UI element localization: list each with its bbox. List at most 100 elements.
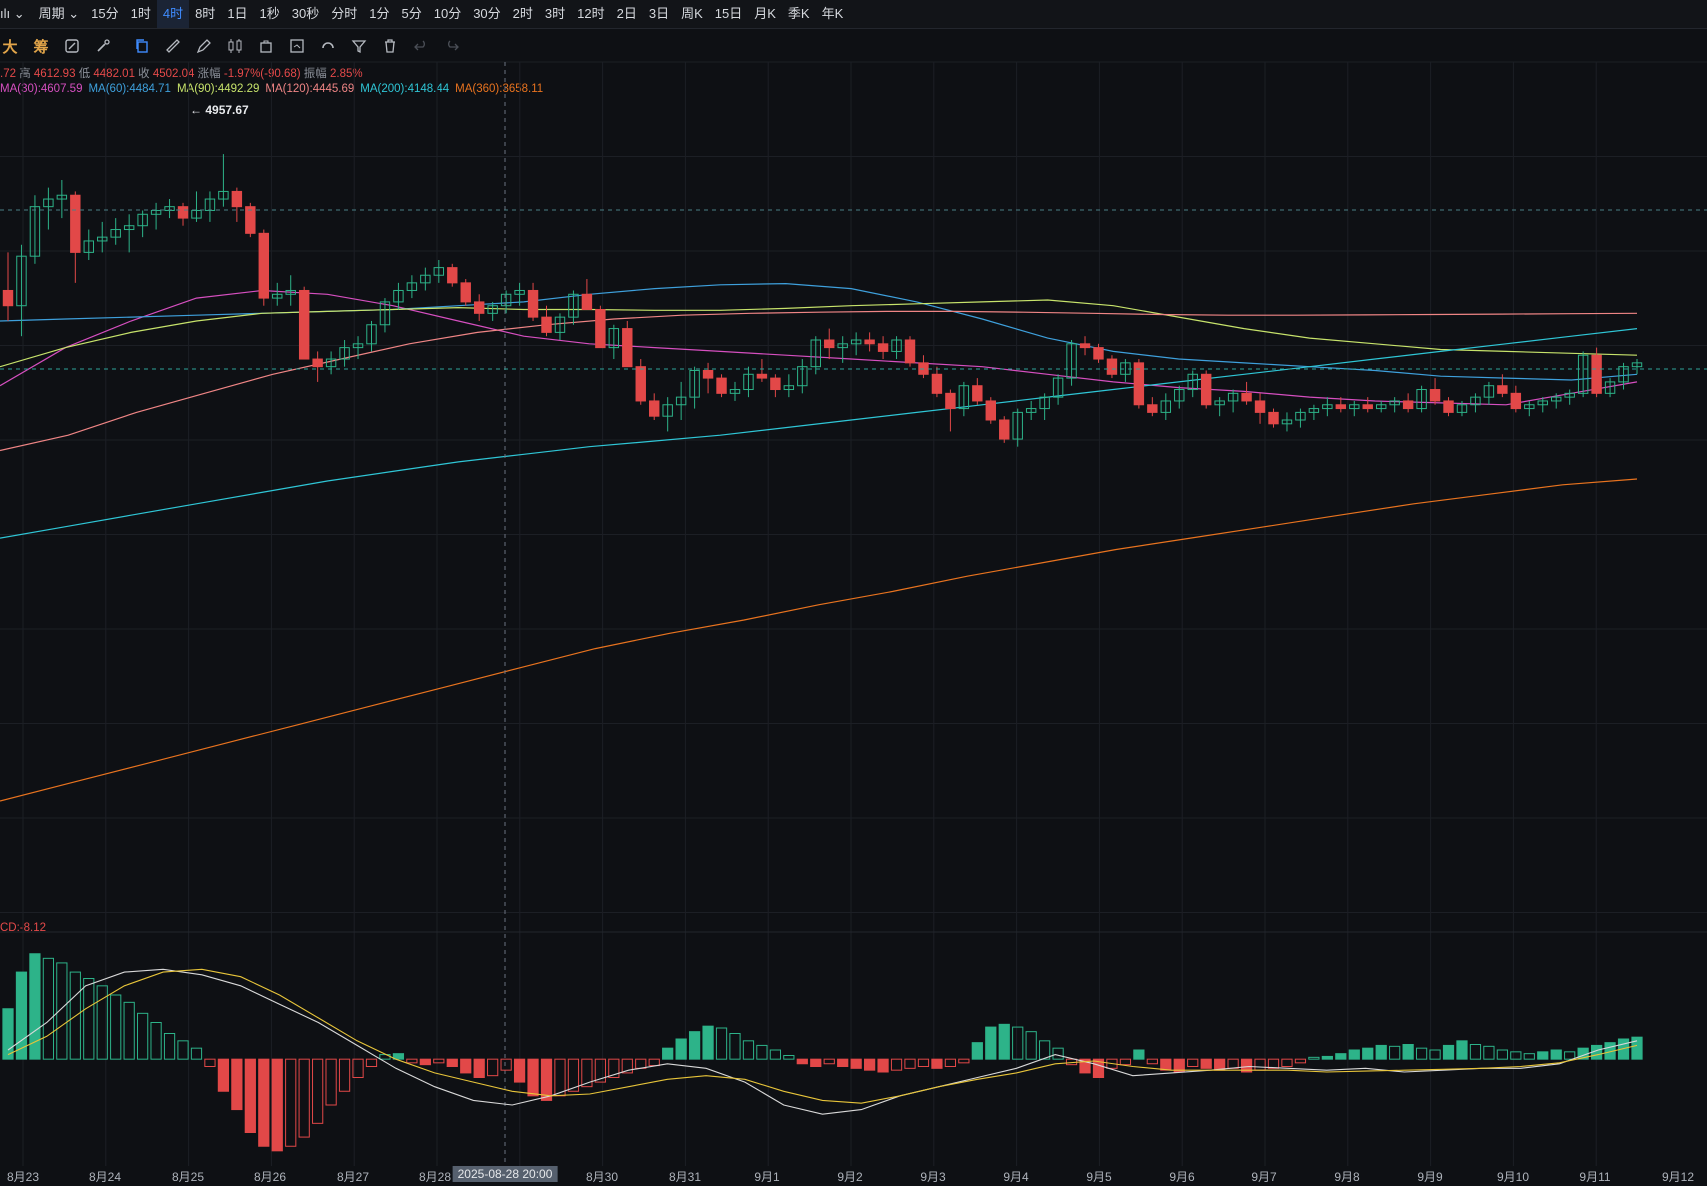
candle-down [1443,400,1454,413]
candle-down [1335,404,1347,410]
candle-down [1510,392,1522,410]
macd-bar-up [1442,1044,1455,1060]
candle-down [756,373,768,379]
ma-line-MA360 [0,478,1638,802]
candle-down [985,400,996,421]
macd-bar-down [258,1058,270,1147]
macd-bar-up [783,1055,795,1060]
macd-bar-up [756,1044,768,1060]
candle-down [541,316,552,333]
macd-bar-down [944,1058,957,1067]
x-tick-label: 8月25 [171,1170,205,1184]
macd-bar-down [810,1058,822,1067]
candle-down [1362,404,1373,410]
macd-bar-down [864,1058,876,1071]
macd-bar-up [662,1047,674,1060]
macd-bar-down [823,1058,835,1065]
candle-down [527,289,539,318]
macd-bar-down [837,1058,849,1067]
macd-bar-down [850,1058,862,1069]
macd-bar-down [877,1058,889,1073]
candle-down [1429,389,1441,402]
time-axis: 8月23 8月24 8月25 8月26 8月27 8月28 8月30 8月31 9月1 9月2 9月… [0,1166,1707,1186]
macd-bar-down [338,1058,351,1092]
macd-bar-down [1227,1058,1239,1069]
macd-bar-down [917,1058,930,1067]
candle-down [595,309,606,349]
macd-bar-up [1389,1045,1401,1060]
x-tick-label: 8月31 [668,1170,702,1184]
macd-bar-down [419,1058,431,1066]
x-tick-label: 9月4 [1003,1170,1029,1184]
candle-down [1497,385,1508,394]
candle-down [447,267,458,284]
macd-bar-down [890,1058,903,1071]
macd-bar-down [648,1058,660,1067]
macd-bar-up [675,1038,687,1060]
candle-down [1200,373,1212,406]
macd-bar-down [204,1058,216,1067]
macd-bar-up [688,1031,701,1060]
candle-down [622,328,633,368]
macd-bar-up [971,1042,983,1060]
candle-down [931,373,943,394]
candle-down [473,301,485,314]
candle-down [702,369,714,379]
macd-bar-down [540,1058,553,1101]
x-tick-label: 9月6 [1169,1170,1195,1184]
x-tick-label: 8月26 [253,1170,287,1184]
macd-bar-up [1550,1049,1562,1060]
macd-bar-up [1348,1049,1360,1060]
macd-bar-down [446,1058,458,1067]
x-tick-label: 9月7 [1251,1170,1277,1184]
x-tick-label: 9月3 [920,1170,946,1184]
macd-bar-down [1187,1058,1199,1067]
x-tick-label: 9月12 [1661,1170,1695,1184]
macd-bar-up [1039,1040,1051,1060]
candle-down [245,206,256,234]
x-tick-label: 9月5 [1086,1170,1112,1184]
candle-down [999,419,1010,440]
candle-down [1591,354,1602,394]
macd-bar-up [2,1008,14,1060]
candle-down [1079,343,1091,349]
macd-bar-down [271,1058,283,1152]
x-tick-label: 9月10 [1496,1170,1530,1184]
ma-line-MA60 [0,282,1638,381]
macd-bar-up [1321,1055,1333,1060]
macd-bar-up [1523,1053,1535,1060]
candle-down [1106,358,1118,375]
price-chart[interactable] [0,0,1707,1166]
candle-down [716,377,727,394]
candle-down [904,339,916,364]
candle-down [1241,392,1252,402]
macd-bar-up [715,1027,728,1060]
macd-bar-down [312,1058,324,1124]
crosshair-time-label: 2025-08-28 20:00 [452,1166,558,1182]
x-tick-label: 9月11 [1579,1170,1611,1184]
macd-bar-up [1362,1047,1374,1060]
candle-down [635,366,646,402]
candle-down [877,343,889,352]
macd-bar-up [163,1033,176,1060]
macd-bar-down [796,1058,808,1065]
macd-bar-down [433,1058,445,1064]
candle-down [1254,400,1266,413]
macd-bar-up [1335,1053,1347,1060]
macd-bar-up [1469,1044,1482,1060]
candle-down [581,293,593,311]
x-tick-label: 9月8 [1334,1170,1360,1184]
macd-bar-up [1133,1049,1145,1060]
candle-down [258,232,270,299]
macd-bar-down [1281,1058,1293,1067]
macd-bar-down [1119,1058,1132,1066]
candle-down [1268,411,1279,425]
macd-bar-up [1025,1031,1037,1060]
macd-bar-up [1052,1047,1064,1060]
macd-bar-up [1415,1047,1428,1060]
macd-bar-up [150,1022,162,1060]
macd-bar-up [1012,1026,1024,1060]
macd-bar-down [958,1058,970,1064]
candle-down [231,190,243,208]
macd-bar-down [500,1058,512,1071]
